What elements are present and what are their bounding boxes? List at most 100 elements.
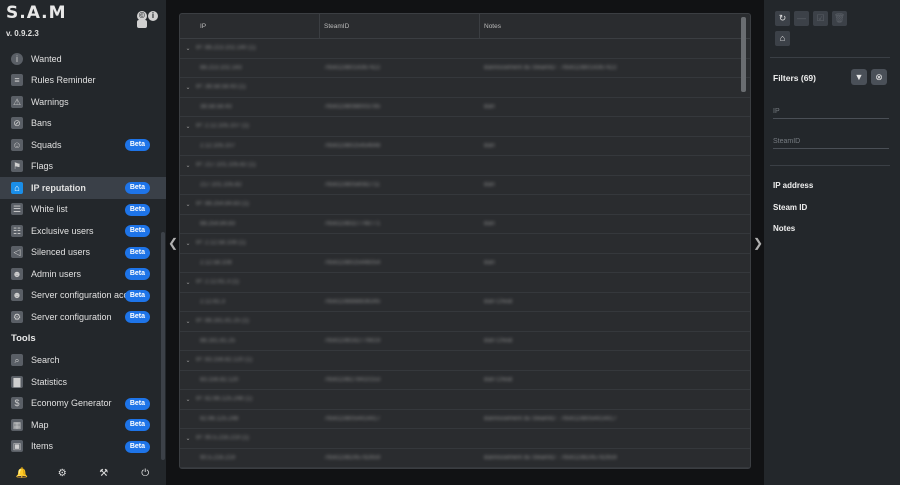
flag-icon: ⚑: [11, 160, 23, 173]
sidebar-item-exclusive-users[interactable]: ☷ Exclusive users Beta: [0, 220, 166, 242]
divider: [770, 57, 890, 58]
table-row[interactable]: 88.254.84.83 76561198327748771 Ban: [180, 215, 750, 234]
sidebar-item-ip-reputation[interactable]: ⌂ IP reputation Beta: [0, 177, 166, 199]
sidebar-item-squads[interactable]: ☺ Squads Beta: [0, 134, 166, 156]
chevron-down-icon[interactable]: ⌄: [180, 240, 196, 247]
chevron-down-icon[interactable]: ⌄: [180, 357, 196, 364]
column-header-notes[interactable]: Notes: [480, 14, 750, 38]
cell-steamid: 76561198025454648: [324, 142, 381, 149]
table-row[interactable]: 88.213.102.143 76561198014367422 Bannissem…: [180, 59, 750, 78]
table-scrollbar[interactable]: [741, 17, 746, 92]
table-row[interactable]: 38.58.58.43 76561198088003785 Ban: [180, 98, 750, 117]
table-row[interactable]: 2.12.58.108 76561198025446054 Ban: [180, 254, 750, 273]
sidebar-item-rules-reminder[interactable]: ≡ Rules Reminder: [0, 70, 166, 92]
sidebar-item-economy-generator[interactable]: $ Economy Generator Beta: [0, 393, 166, 415]
column-toggle-notes[interactable]: Notes: [773, 224, 795, 233]
table-body: ⌄ IP: 88.213.102.140 (1) 88.213.102.143 765…: [180, 39, 750, 468]
cell-ip: 88.213.102.143: [200, 64, 242, 71]
chevron-down-icon[interactable]: ⌄: [180, 201, 196, 208]
bell-icon[interactable]: 🔔: [16, 469, 28, 479]
checkbox-icon[interactable]: ☑: [813, 11, 828, 26]
ip-filter-input[interactable]: [773, 105, 889, 119]
cell-ip: 82.66.125.248: [200, 415, 239, 422]
sidebar-item-wanted[interactable]: i Wanted: [0, 48, 166, 70]
trash-icon[interactable]: 🗑: [832, 11, 847, 26]
sidebar-item-silenced-users[interactable]: ◁ Silenced users Beta: [0, 242, 166, 264]
clear-filter-icon[interactable]: ⊗: [871, 69, 887, 85]
cell-ip: 90.5.216.219: [200, 454, 236, 461]
sidebar-item-server-configuration[interactable]: ⚙ Server configuration Beta: [0, 306, 166, 328]
sidebar: S.A.M v. 0.9.2.3 © i i Wanted ≡ Rules Remind…: [0, 0, 166, 485]
beta-badge: Beta: [124, 397, 150, 410]
warning-icon: ⚠: [11, 95, 23, 108]
box-icon: ▣: [11, 440, 23, 453]
column-header-ip[interactable]: IP: [196, 14, 320, 38]
group-row[interactable]: ⌄ IP: 2.12.58.108 (1): [180, 234, 750, 254]
group-row[interactable]: ⌄ IP: 88.254.84.83 (1): [180, 195, 750, 215]
info-icon[interactable]: i: [148, 11, 158, 21]
chevron-down-icon[interactable]: ⌄: [180, 162, 196, 169]
sidebar-scrollbar[interactable]: [161, 232, 165, 460]
column-toggle-steam-id[interactable]: Steam ID: [773, 203, 807, 212]
table-row[interactable]: 82.66.125.248 76561198054414417 Bannisseme…: [180, 410, 750, 429]
sidebar-item-server-configuration-access[interactable]: ☻ Server configuration access Beta: [0, 285, 166, 307]
chevron-down-icon[interactable]: ⌄: [180, 318, 196, 325]
power-icon[interactable]: ⏻: [140, 469, 150, 479]
minus-icon[interactable]: —: [794, 11, 809, 26]
filter-icon[interactable]: ▼: [851, 69, 867, 85]
group-row[interactable]: ⌄ IP: 2.12.61.3 (1): [180, 273, 750, 293]
sidebar-item-flags[interactable]: ⚑ Flags: [0, 156, 166, 178]
group-row[interactable]: ⌄ IP: 88.161.81.25 (1): [180, 312, 750, 332]
table-row[interactable]: 90.5.216.219 76561198245782659 Bannissemen…: [180, 449, 750, 468]
table-row[interactable]: 83.156.82.120 76561198278410153 Ban Cheat: [180, 371, 750, 390]
cell-notes: Ban Cheat: [484, 298, 513, 305]
info-icon: i: [11, 52, 23, 65]
sidebar-item-statistics[interactable]: ▇ Statistics: [0, 371, 166, 393]
sidebar-item-map[interactable]: ▦ Map Beta: [0, 414, 166, 436]
ip-icon[interactable]: ⌂: [775, 31, 790, 46]
group-row[interactable]: ⌄ IP: 88.213.102.140 (1): [180, 39, 750, 59]
table-row[interactable]: 88.161.81.25 76561198162776619 Ban Cheat: [180, 332, 750, 351]
chevron-down-icon[interactable]: ⌄: [180, 396, 196, 403]
beta-badge: Beta: [124, 268, 150, 280]
message-icon[interactable]: [137, 20, 147, 28]
group-row[interactable]: ⌄ IP: 2.12.105.107 (1): [180, 117, 750, 137]
chevron-down-icon[interactable]: ⌄: [180, 123, 196, 130]
chevron-down-icon[interactable]: ⌄: [180, 84, 196, 91]
group-row[interactable]: ⌄ IP: 90.5.216.219 (1): [180, 429, 750, 449]
collapse-right-chevron-icon[interactable]: ❯: [753, 236, 763, 250]
table-row[interactable]: 2.12.61.3 76561198888836345 Ban Cheat: [180, 293, 750, 312]
sidebar-item-white-list[interactable]: ☰ White list Beta: [0, 199, 166, 221]
sidebar-item-admin-users[interactable]: ☻ Admin users Beta: [0, 263, 166, 285]
sidebar-item-label: Statistics: [31, 376, 68, 387]
app-logo: S.A.M: [6, 3, 67, 23]
gear-icon[interactable]: ⚙: [57, 469, 67, 479]
column-toggle-ip-address[interactable]: IP address: [773, 181, 813, 190]
cell-steamid: 76561198245782659: [324, 454, 381, 461]
ip-icon: ⌂: [11, 181, 23, 194]
sidebar-item-warnings[interactable]: ⚠ Warnings: [0, 91, 166, 113]
chevron-down-icon[interactable]: ⌄: [180, 45, 196, 52]
steamid-filter-input[interactable]: [773, 135, 889, 149]
group-row[interactable]: ⌄ IP: 217.101.105.82 (1): [180, 156, 750, 176]
table-row[interactable]: 217.101.105.82 76561198058082711 Ban: [180, 176, 750, 195]
group-label: IP: 217.101.105.82 (1): [196, 162, 256, 169]
group-row[interactable]: ⌄ IP: 38.58.58.43 (1): [180, 78, 750, 98]
user-key-icon: ☻: [11, 289, 23, 302]
group-row[interactable]: ⌄ IP: 83.156.82.120 (1): [180, 351, 750, 371]
table-row[interactable]: 2.12.105.107 76561198025454648 Ban: [180, 137, 750, 156]
group-row[interactable]: ⌄ IP: 82.66.125.248 (1): [180, 390, 750, 410]
sidebar-item-search[interactable]: ⌕ Search: [0, 350, 166, 372]
collapse-left-chevron-icon[interactable]: ❮: [168, 236, 178, 250]
cell-steamid: 76561198054414417: [324, 415, 381, 422]
sidebar-item-items[interactable]: ▣ Items Beta: [0, 436, 166, 458]
sidebar-item-bans[interactable]: ⊘ Bans: [0, 113, 166, 135]
group-label: IP: 2.12.61.3 (1): [196, 279, 240, 286]
cell-notes: Ban: [484, 142, 495, 149]
cell-steamid: 76561198058082711: [324, 181, 380, 188]
column-header-steamid[interactable]: SteamID: [320, 14, 480, 38]
refresh-icon[interactable]: ↻: [775, 11, 790, 26]
chevron-down-icon[interactable]: ⌄: [180, 279, 196, 286]
tools-icon[interactable]: ⚒: [99, 469, 109, 479]
chevron-down-icon[interactable]: ⌄: [180, 435, 196, 442]
